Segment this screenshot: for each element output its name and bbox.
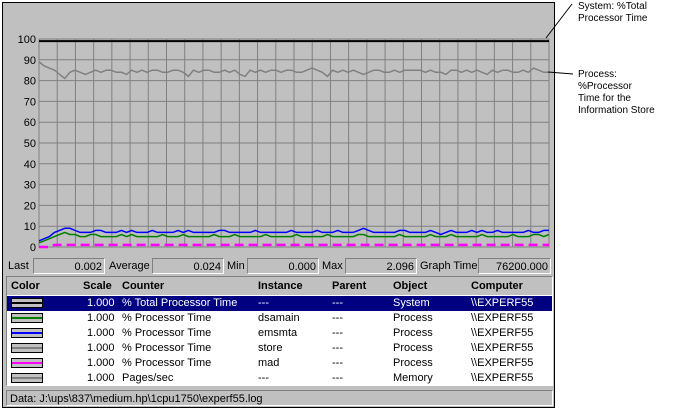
annotation-process-line3: Information Store [578,105,655,116]
computer-cell: \\EXPERF55 [471,312,534,324]
annotation-process-line2: Time for the [578,93,631,104]
header-counter: Counter [122,280,165,292]
stats-bar: Last 0.002 Average 0.024 Min 0.000 Max 2… [6,258,553,274]
object-cell: Process [393,312,433,324]
y-tick-label: 0 [30,242,36,254]
instance-cell: mad [258,357,280,369]
instance-cell: dsamain [258,312,300,324]
instance-cell: --- [258,372,269,384]
color-swatch [11,358,43,368]
header-color: Color [11,280,40,292]
parent-cell: --- [332,342,343,354]
object-cell: Process [393,342,433,354]
annotation-process: Process: %Processor Time for the Informa… [578,69,673,117]
color-swatch [11,373,43,383]
legend-row[interactable]: 1.000 % Processor Time dsamain --- Proce… [7,311,552,326]
color-swatch [11,298,43,308]
graph-time-label: Graph Time [420,260,478,272]
legend-header: Color Scale Counter Instance Parent Obje… [7,277,552,295]
scale-cell: 1.000 [87,297,115,309]
y-tick-label: 50 [24,138,36,150]
counter-cell: % Processor Time [122,357,212,369]
color-swatch [11,313,43,323]
parent-cell: --- [332,327,343,339]
max-label: Max [322,260,343,272]
y-tick-label: 90 [24,55,36,67]
scale-cell: 1.000 [87,312,115,324]
last-value: 0.002 [33,258,105,274]
y-tick-label: 70 [24,96,36,108]
y-tick-label: 20 [24,200,36,212]
counter-cell: % Processor Time [122,342,212,354]
y-tick-label: 80 [24,76,36,88]
parent-cell: --- [332,297,343,309]
y-tick-label: 40 [24,159,36,171]
parent-cell: --- [332,372,343,384]
legend-row[interactable]: 1.000 % Processor Time emsmta --- Proces… [7,326,552,341]
scale-cell: 1.000 [87,342,115,354]
legend-table: Color Scale Counter Instance Parent Obje… [6,276,553,386]
performance-monitor-window: 100 90 80 70 60 50 40 30 20 10 0 Last 0.002 Averag… [2,2,555,408]
min-value: 0.000 [247,258,319,274]
counter-cell: % Processor Time [122,312,212,324]
object-cell: System [393,297,430,309]
computer-cell: \\EXPERF55 [471,327,534,339]
y-tick-label: 60 [24,117,36,129]
status-bar: Data: J:\ups\837\medium.hp\1cpu1750\expe… [6,390,553,406]
computer-cell: \\EXPERF55 [471,297,534,309]
max-value: 2.096 [345,258,417,274]
y-tick-label: 100 [18,34,36,46]
legend-row[interactable]: 1.000 % Processor Time mad --- Process \… [7,356,552,371]
parent-cell: --- [332,312,343,324]
min-label: Min [227,260,245,272]
legend-row[interactable]: 1.000 % Total Processor Time --- --- Sys… [7,296,552,311]
annotation-process-line1: Process: %Processor [578,69,632,92]
object-cell: Process [393,327,433,339]
y-tick-label: 30 [24,180,36,192]
counter-cell: Pages/sec [122,372,174,384]
legend-row[interactable]: 1.000 Pages/sec --- --- Memory \\EXPERF5… [7,371,552,385]
header-instance: Instance [258,280,303,292]
legend-row[interactable]: 1.000 % Processor Time store --- Process… [7,341,552,356]
annotation-system-line2: Processor Time [578,13,648,24]
color-swatch [11,328,43,338]
line-chart: 1009080706050403020100 [18,34,550,254]
annotation-system-line1: System: %Total [578,1,647,12]
header-computer: Computer [471,280,523,292]
average-label: Average [109,260,150,272]
counter-cell: % Processor Time [122,327,212,339]
counter-cell: % Total Processor Time [122,297,238,309]
computer-cell: \\EXPERF55 [471,372,534,384]
annotation-system: System: %Total Processor Time [578,1,647,25]
instance-cell: --- [258,297,269,309]
scale-cell: 1.000 [87,327,115,339]
computer-cell: \\EXPERF55 [471,357,534,369]
scale-cell: 1.000 [87,372,115,384]
parent-cell: --- [332,357,343,369]
header-parent: Parent [332,280,367,292]
average-value: 0.024 [152,258,224,274]
color-swatch [11,343,43,353]
object-cell: Process [393,357,433,369]
header-scale: Scale [83,280,112,292]
header-object: Object [393,280,428,292]
y-tick-label: 10 [24,221,36,233]
object-cell: Memory [393,372,433,384]
last-label: Last [8,260,29,272]
instance-cell: emsmta [258,327,298,339]
instance-cell: store [258,342,283,354]
scale-cell: 1.000 [87,357,115,369]
computer-cell: \\EXPERF55 [471,342,534,354]
graph-time-value: 76200.000 [478,258,551,274]
